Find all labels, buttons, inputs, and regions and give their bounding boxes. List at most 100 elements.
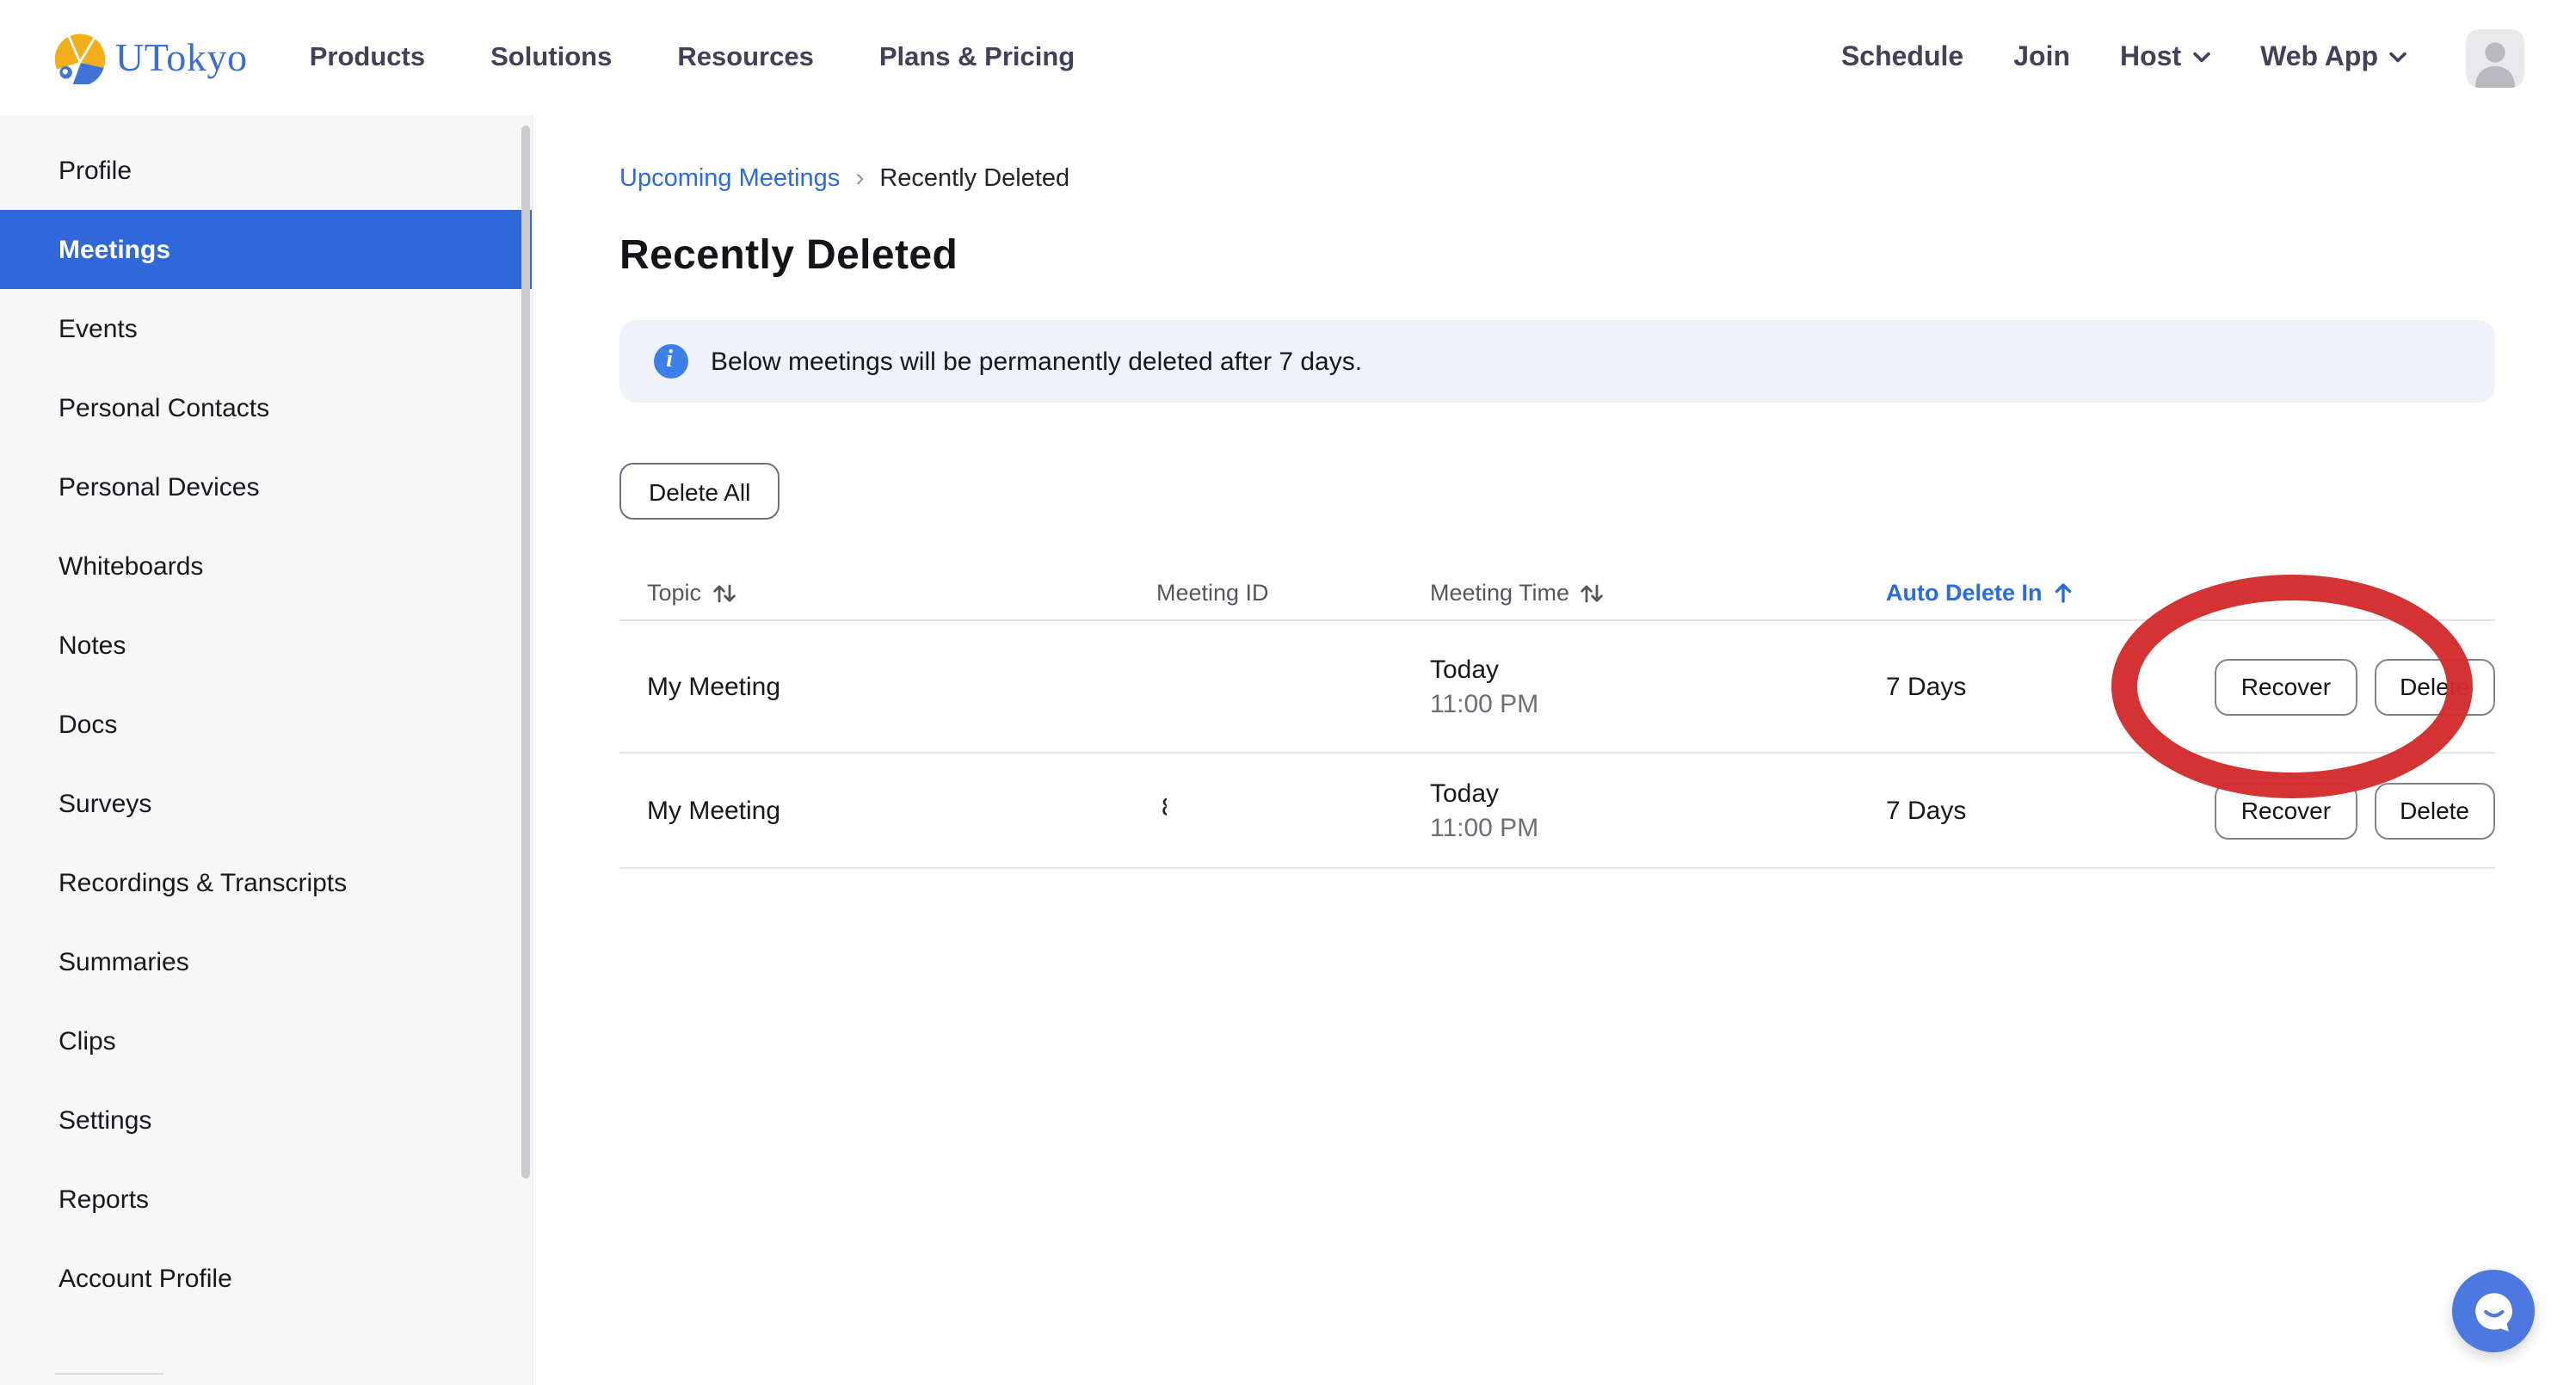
sort-both-icon: [1580, 582, 1604, 603]
table-row: My Meeting 8 Today 11:00 PM 7 Days Recov…: [619, 754, 2495, 869]
sidebar-item-events[interactable]: Events: [0, 289, 532, 368]
column-header-label: Meeting ID: [1156, 580, 1269, 606]
nav-join-label: Join: [2013, 42, 2070, 73]
breadcrumb-current: Recently Deleted: [879, 164, 1069, 192]
nav-web-app-dropdown[interactable]: Web App: [2260, 42, 2407, 73]
breadcrumb-separator-icon: ›: [855, 163, 864, 193]
column-header-meeting-id: Meeting ID: [1156, 580, 1430, 606]
nav-join[interactable]: Join: [2013, 42, 2070, 73]
sidebar-item-label: Recordings & Transcripts: [59, 868, 347, 897]
nav-resources[interactable]: Resources: [677, 42, 814, 73]
logo-text: UTokyo: [115, 35, 248, 80]
cell-meeting-id: 8: [1156, 792, 1430, 828]
delete-button[interactable]: Delete: [2374, 782, 2495, 839]
chevron-down-icon: [2388, 52, 2407, 64]
logo[interactable]: UTokyo: [53, 31, 248, 84]
sidebar-item-recordings-transcripts[interactable]: Recordings & Transcripts: [0, 843, 532, 922]
cell-auto-delete-in: 7 Days: [1886, 672, 2168, 701]
cell-meeting-time: Today 11:00 PM: [1430, 779, 1886, 842]
deleted-meetings-table: Topic Meeting ID Meeting Time: [619, 566, 2495, 869]
nav-plans-pricing[interactable]: Plans & Pricing: [879, 42, 1075, 73]
column-header-label: Topic: [647, 580, 701, 606]
column-header-label: Meeting Time: [1430, 580, 1569, 606]
column-header-label: Auto Delete In: [1886, 580, 2043, 606]
avatar[interactable]: [2466, 28, 2524, 87]
meeting-time-clock: 11:00 PM: [1430, 689, 1886, 718]
sidebar-item-settings[interactable]: Settings: [0, 1080, 532, 1160]
meeting-time-day: Today: [1430, 779, 1886, 808]
nav-schedule-label: Schedule: [1841, 42, 1963, 73]
row-actions: Recover Delete: [2215, 782, 2495, 839]
sidebar-item-label: Profile: [59, 156, 132, 185]
delete-all-button[interactable]: Delete All: [619, 463, 780, 520]
sidebar-item-label: Account Profile: [59, 1264, 232, 1293]
sidebar: Profile Meetings Events Personal Contact…: [0, 115, 533, 1385]
sidebar-item-summaries[interactable]: Summaries: [0, 922, 532, 1001]
sidebar-item-label: Reports: [59, 1185, 149, 1214]
sidebar-item-label: Clips: [59, 1026, 116, 1056]
sidebar-item-reports[interactable]: Reports: [0, 1160, 532, 1239]
table-row: My Meeting Today 11:00 PM 7 Days Recover…: [619, 621, 2495, 754]
sidebar-item-notes[interactable]: Notes: [0, 606, 532, 685]
nav-web-app-label: Web App: [2260, 42, 2378, 73]
cell-topic: My Meeting: [619, 796, 1156, 825]
sidebar-item-label: Summaries: [59, 947, 189, 976]
user-avatar-icon: [2466, 28, 2524, 87]
info-banner-text: Below meetings will be permanently delet…: [711, 347, 1362, 376]
meeting-time-day: Today: [1430, 655, 1886, 684]
table-header-row: Topic Meeting ID Meeting Time: [619, 566, 2495, 621]
top-nav: UTokyo Products Solutions Resources Plan…: [0, 0, 2576, 115]
sidebar-item-label: Surveys: [59, 789, 151, 818]
column-header-topic[interactable]: Topic: [619, 580, 1156, 606]
primary-nav: Products Solutions Resources Plans & Pri…: [310, 42, 1075, 73]
chat-bubble-icon: [2470, 1288, 2517, 1334]
sidebar-item-label: Settings: [59, 1105, 151, 1135]
breadcrumb: Upcoming Meetings › Recently Deleted: [619, 163, 2495, 193]
nav-schedule[interactable]: Schedule: [1841, 42, 1963, 73]
cell-topic: My Meeting: [619, 672, 1156, 701]
info-banner: i Below meetings will be permanently del…: [619, 320, 2495, 403]
sidebar-item-docs[interactable]: Docs: [0, 685, 532, 764]
page-title: Recently Deleted: [619, 232, 2495, 280]
sidebar-list: Profile Meetings Events Personal Contact…: [0, 115, 532, 1318]
sort-ascending-icon: [2053, 582, 2074, 604]
column-header-auto-delete-in[interactable]: Auto Delete In: [1886, 580, 2168, 606]
cell-meeting-time: Today 11:00 PM: [1430, 655, 1886, 718]
row-actions: Recover Delete: [2215, 658, 2495, 715]
meeting-time-clock: 11:00 PM: [1430, 813, 1886, 842]
nav-solutions[interactable]: Solutions: [490, 42, 612, 73]
sidebar-scrollbar-thumb[interactable]: [521, 126, 530, 1179]
nav-products[interactable]: Products: [310, 42, 425, 73]
delete-button[interactable]: Delete: [2374, 658, 2495, 715]
sidebar-item-label: Meetings: [59, 235, 170, 264]
sidebar-item-label: Whiteboards: [59, 551, 203, 581]
sidebar-item-label: Docs: [59, 710, 117, 739]
sidebar-item-surveys[interactable]: Surveys: [0, 764, 532, 843]
page: UTokyo Products Solutions Resources Plan…: [0, 0, 2576, 1385]
nav-host-dropdown[interactable]: Host: [2120, 42, 2210, 73]
ginkgo-leaf-icon: [53, 31, 107, 84]
sidebar-item-personal-contacts[interactable]: Personal Contacts: [0, 368, 532, 447]
sidebar-item-label: Personal Devices: [59, 472, 259, 502]
meeting-id-partial: 8: [1156, 792, 1167, 822]
recover-button[interactable]: Recover: [2215, 658, 2357, 715]
sidebar-item-personal-devices[interactable]: Personal Devices: [0, 447, 532, 526]
recover-button[interactable]: Recover: [2215, 782, 2357, 839]
secondary-nav: Schedule Join Host Web App: [1841, 28, 2524, 87]
sidebar-item-profile[interactable]: Profile: [0, 131, 532, 210]
column-header-meeting-time[interactable]: Meeting Time: [1430, 580, 1886, 606]
sidebar-item-whiteboards[interactable]: Whiteboards: [0, 526, 532, 606]
sidebar-item-account-profile[interactable]: Account Profile: [0, 1239, 532, 1318]
sidebar-item-label: Personal Contacts: [59, 393, 269, 422]
chat-widget-button[interactable]: [2452, 1270, 2535, 1352]
sort-both-icon: [712, 582, 736, 603]
breadcrumb-upcoming-meetings-link[interactable]: Upcoming Meetings: [619, 164, 840, 192]
cell-auto-delete-in: 7 Days: [1886, 796, 2168, 825]
chevron-down-icon: [2191, 52, 2210, 64]
info-icon: i: [654, 344, 688, 379]
sidebar-item-meetings[interactable]: Meetings: [0, 210, 532, 289]
nav-host-label: Host: [2120, 42, 2181, 73]
sidebar-item-clips[interactable]: Clips: [0, 1001, 532, 1080]
sidebar-item-label: Notes: [59, 631, 126, 660]
main-content: Upcoming Meetings › Recently Deleted Rec…: [533, 115, 2576, 1385]
